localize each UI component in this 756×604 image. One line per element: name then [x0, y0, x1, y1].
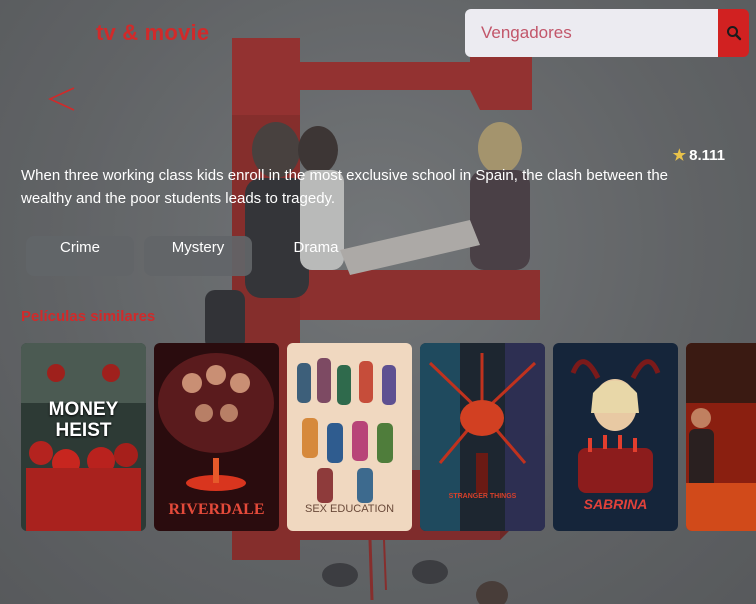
poster-card[interactable]: RIVERDALE [154, 343, 279, 531]
rating: ★ 8.111 [672, 146, 725, 165]
poster-title: RIVERDALE [168, 501, 265, 518]
genre-label: Drama [293, 239, 339, 256]
poster-card[interactable] [686, 343, 756, 531]
app-logo[interactable]: tv & movie [96, 20, 209, 46]
rating-value: 8.111 [689, 146, 725, 164]
similar-section-title: Películas similares [21, 308, 156, 325]
poster-title: SEX EDUCATION [304, 503, 395, 515]
poster-title: MONEY HEIST [48, 399, 119, 441]
poster-image [420, 343, 545, 531]
poster-card[interactable]: SEX EDUCATION [287, 343, 412, 531]
poster-card[interactable]: STRANGER THINGS [420, 343, 545, 531]
genre-chip-crime[interactable]: Crime [26, 236, 134, 276]
overview-text: When three working class kids enroll in … [21, 167, 668, 207]
similar-carousel[interactable]: MONEY HEIST RIVERDALE SEX EDUCATION STRA… [21, 343, 756, 531]
poster-image [686, 343, 756, 531]
genre-label: Crime [60, 239, 100, 256]
back-button[interactable] [46, 82, 80, 116]
poster-card[interactable]: MONEY HEIST [21, 343, 146, 531]
star-icon: ★ [672, 147, 687, 164]
genre-label: Mystery [171, 239, 225, 256]
genre-chip-drama[interactable]: Drama [262, 236, 370, 276]
genre-chip-mystery[interactable]: Mystery [144, 236, 252, 276]
poster-title: SABRINA [583, 496, 648, 512]
chevron-left-icon [48, 87, 75, 111]
poster-title: STRANGER THINGS [448, 493, 517, 500]
search-input[interactable] [465, 9, 718, 57]
search-bar [465, 9, 749, 57]
search-icon [726, 26, 741, 41]
poster-card[interactable]: SABRINA [553, 343, 678, 531]
search-button[interactable] [718, 9, 749, 57]
